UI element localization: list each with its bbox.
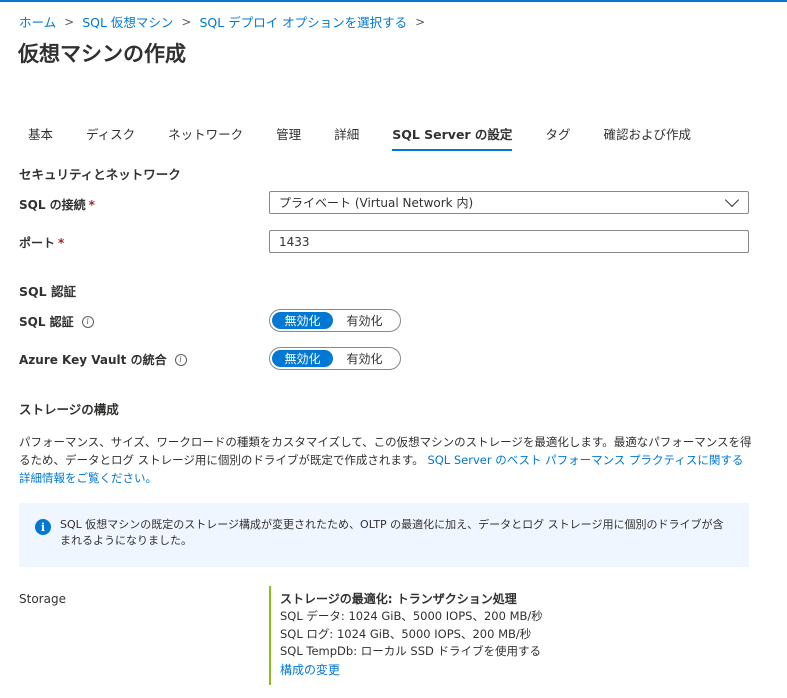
breadcrumb-sql-vm[interactable]: SQL 仮想マシン [82,12,173,31]
breadcrumb-separator: > [181,14,192,29]
breadcrumb-separator: > [64,14,75,29]
storage-tempdb-line: SQL TempDb: ローカル SSD ドライブを使用する [280,644,542,658]
akv-enable-option[interactable]: 有効化 [333,350,396,367]
info-icon[interactable]: i [81,315,94,328]
breadcrumb-sql-deploy-option[interactable]: SQL デプロイ オプションを選択する [199,12,407,31]
storage-label: Storage [19,592,66,606]
tab-tags[interactable]: タグ [536,121,570,151]
sql-auth-disable-option[interactable]: 無効化 [272,312,333,329]
storage-log-line: SQL ログ: 1024 GiB、5000 IOPS、200 MB/秒 [280,626,532,641]
required-asterisk: * [58,235,65,250]
storage-description: パフォーマンス、サイズ、ワークロードの種類をカスタマイズして、この仮想マシンのス… [19,433,754,487]
port-input[interactable] [269,230,749,253]
change-configuration-link[interactable]: 構成の変更 [280,663,340,677]
breadcrumb-home[interactable]: ホーム [19,12,56,31]
tab-disks[interactable]: ディスク [77,121,135,151]
storage-data-line: SQL データ: 1024 GiB、5000 IOPS、200 MB/秒 [280,609,543,623]
page-title: 仮想マシンの作成 [18,42,186,66]
sql-auth-heading: SQL 認証 [19,284,76,299]
port-label: ポート * [19,234,64,251]
info-banner-text: SQL 仮想マシンの既定のストレージ構成が変更されたため、OLTP の最適化に加… [60,518,724,547]
akv-disable-option[interactable]: 無効化 [272,350,333,367]
required-asterisk: * [88,197,95,212]
chevron-down-icon [724,192,740,207]
akv-label-text: Azure Key Vault の統合 [19,353,167,367]
security-network-heading: セキュリティとネットワーク [19,167,181,182]
sql-connectivity-selected-value: プライベート (Virtual Network 内) [279,196,474,210]
tab-bar: 基本 ディスク ネットワーク 管理 詳細 SQL Server の設定 タグ 確… [19,121,715,151]
tab-basics[interactable]: 基本 [19,121,53,151]
sql-connectivity-dropdown[interactable]: プライベート (Virtual Network 内) [269,191,749,214]
sql-auth-enable-option[interactable]: 有効化 [333,312,396,329]
tab-review-create[interactable]: 確認および作成 [594,121,691,151]
breadcrumb: ホーム > SQL 仮想マシン > SQL デプロイ オプションを選択する > [19,12,433,31]
top-accent-line [0,0,787,2]
storage-optimization-title: ストレージの最適化: トランザクション処理 [280,592,517,606]
info-icon[interactable]: i [174,353,187,366]
tab-networking[interactable]: ネットワーク [159,121,243,151]
tab-management[interactable]: 管理 [267,121,301,151]
tab-advanced[interactable]: 詳細 [325,121,359,151]
port-label-text: ポート [19,236,56,250]
akv-toggle: 無効化 有効化 [269,347,401,370]
sql-connectivity-label: SQL の接続 * [19,196,95,213]
info-banner: i SQL 仮想マシンの既定のストレージ構成が変更されたため、OLTP の最適化… [19,503,749,567]
storage-config-heading: ストレージの構成 [19,402,119,417]
tab-sql-server-settings[interactable]: SQL Server の設定 [383,121,513,151]
info-icon: i [35,519,51,535]
sql-auth-toggle: 無効化 有効化 [269,309,401,332]
breadcrumb-separator: > [415,14,426,29]
akv-label: Azure Key Vault の統合 i [19,351,187,368]
sql-auth-label-text: SQL 認証 [19,315,74,329]
storage-summary: ストレージの最適化: トランザクション処理 SQL データ: 1024 GiB、… [269,586,669,685]
sql-connectivity-label-text: SQL の接続 [19,198,86,212]
sql-auth-label: SQL 認証 i [19,313,94,330]
